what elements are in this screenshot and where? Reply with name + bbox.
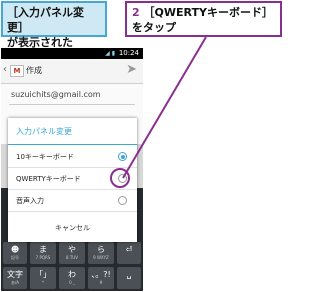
tap-highlight-circle: [110, 168, 130, 188]
callout-connector: [122, 36, 207, 179]
